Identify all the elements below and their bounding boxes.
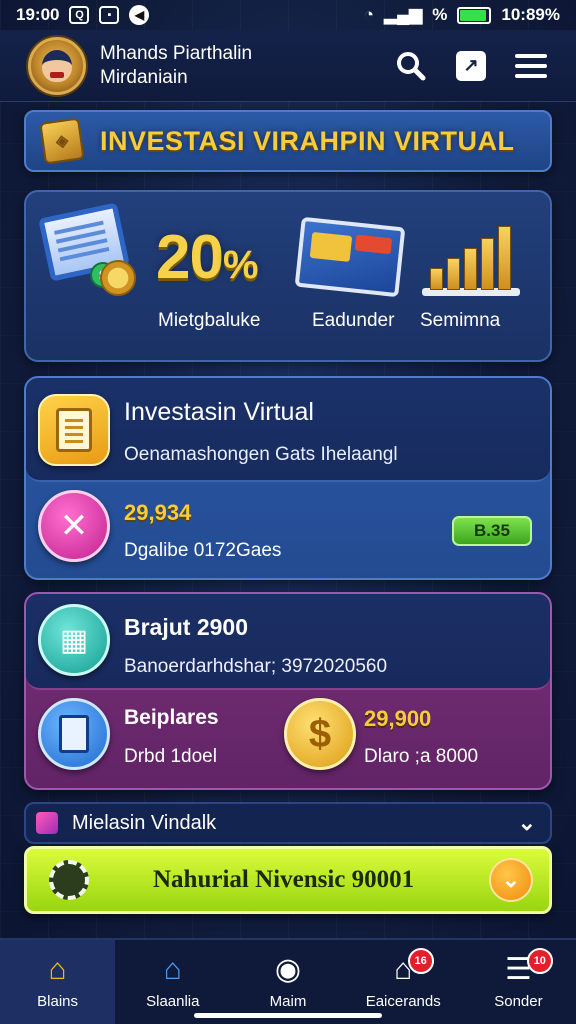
rate-badge-button[interactable]: B.35 (452, 516, 532, 546)
notification-badge: 10 (526, 948, 553, 974)
clipboard-icon (38, 394, 110, 466)
investment-subtitle: Oenamashongen Gats Ihelaangl (124, 444, 398, 465)
chart-bar (447, 258, 460, 290)
nav-item-portfolio[interactable]: ⌂ 16 Eaicerands (346, 940, 461, 1024)
stat-label-1: Mietgbaluke (158, 310, 261, 331)
grid-icon: ▦ (38, 604, 110, 676)
nav-label: Sonder (494, 992, 543, 1010)
document-icon (38, 698, 110, 770)
more-link-row[interactable]: Mielasin Vindalk ⌄ (24, 802, 552, 844)
chart-bar (498, 226, 511, 290)
wifi-icon: ◔ (363, 5, 375, 24)
laptop-coins-icon: $ (38, 202, 136, 296)
chart-bar (430, 268, 443, 290)
search-icon (397, 51, 426, 80)
briefcase-icon: ◈ (39, 117, 85, 165)
home-indicator[interactable] (194, 1013, 382, 1018)
trend-icon: ↗ (456, 50, 486, 81)
investment-card[interactable]: Investasin Virtual Oenamashongen Gats Ih… (24, 376, 552, 580)
battery-percent: % (432, 5, 448, 24)
chart-bar (481, 238, 494, 290)
message-icon: ▪ (99, 6, 120, 24)
credit-card-icon (294, 216, 406, 298)
notification-badge: 16 (407, 948, 434, 974)
app-header: Mhands Piarthalin Mirdaniain ↗ (0, 30, 576, 102)
nav-item-settings[interactable]: ☰ 10 Sonder (461, 940, 576, 1024)
portfolio-amount-sub: Dlaro ;a 8000 (364, 746, 479, 767)
promo-banner[interactable]: ◈ INVESTASI VIRAHPIN VIRTUAL (24, 110, 552, 172)
nav-label: Eaicerands (365, 992, 441, 1010)
nav-label: Blains (37, 992, 79, 1010)
search-button[interactable] (394, 49, 428, 83)
more-link-label: Mielasin Vindalk (72, 811, 217, 834)
chevron-down-circle-icon: ⌄ (489, 858, 533, 902)
cta-label: Nahurial Nivensic 90001 (153, 866, 415, 893)
app-notification-icon: ◀ (129, 5, 150, 25)
app-title-line2: Mirdaniain (100, 66, 188, 88)
nav-label: Slaanlia (146, 992, 200, 1010)
nav-item-market[interactable]: ⌂ Slaanlia (115, 940, 230, 1024)
battery-icon (457, 6, 492, 24)
stats-card: $ 20% Mietgbaluke Eadunder Semimna (24, 190, 552, 362)
cta-button[interactable]: Nahurial Nivensic 90001 ⌄ (24, 846, 552, 914)
banner-title: INVESTASI VIRAHPIN VIRTUAL (100, 125, 515, 156)
menu-button[interactable] (514, 49, 548, 83)
signal-icon: ▂▄▆ (384, 5, 423, 24)
hamburger-icon (515, 53, 547, 78)
nav-label: Maim (269, 992, 307, 1010)
network-icon: ✕ (38, 490, 110, 562)
portfolio-card[interactable]: ▦ Brajut 2900 Banoerdarhdshar; 397202056… (24, 592, 552, 790)
app-title: Mhands Piarthalin Mirdaniain (100, 42, 252, 90)
investment-title: Investasin Virtual (124, 398, 314, 426)
home-icon: ⌂ (48, 952, 67, 986)
gear-icon (49, 860, 89, 900)
chevron-down-icon: ⌄ (517, 810, 536, 835)
status-time: 19:00 (16, 5, 60, 24)
avatar[interactable] (28, 36, 86, 95)
investment-detail: Dgalibe 0172Gaes (124, 540, 282, 561)
portfolio-title: Brajut 2900 (124, 614, 249, 640)
avatar-face-icon (42, 49, 72, 82)
nav-item-search[interactable]: ◉ Maim (230, 940, 345, 1024)
investment-amount: 29,934 (124, 500, 192, 525)
portfolio-item-title: Beiplares (124, 706, 219, 729)
stat-label-2: Eadunder (312, 310, 395, 331)
nav-item-home[interactable]: ⌂ Blains (0, 940, 116, 1024)
tag-icon (36, 812, 58, 834)
portfolio-item-sub: Drbd 1doel (124, 746, 217, 767)
status-clock: 10:89% (501, 5, 560, 24)
notification-icon: Q (69, 6, 90, 24)
dollar-coin-icon: $ (284, 698, 356, 770)
house-icon: ⌂ (163, 952, 182, 986)
portfolio-amount: 29,900 (364, 706, 432, 731)
bottom-nav: ⌂ Blains ⌂ Slaanlia ◉ Maim ⌂ 16 Eaiceran… (0, 938, 576, 1024)
percent-value: 20% (156, 223, 259, 292)
status-bar: 19:00 Q ▪ ◀ ◔ ▂▄▆ % 10:89% (0, 0, 576, 30)
bar-chart-icon (422, 220, 520, 296)
portfolio-subtitle: Banoerdarhdshar; 3972020560 (124, 656, 388, 677)
stat-label-3: Semimna (420, 310, 501, 331)
search-icon: ◉ (274, 952, 302, 986)
app-title-line1: Mhands Piarthalin (100, 42, 253, 64)
trend-button[interactable]: ↗ (454, 49, 488, 83)
chart-bar (464, 248, 477, 290)
